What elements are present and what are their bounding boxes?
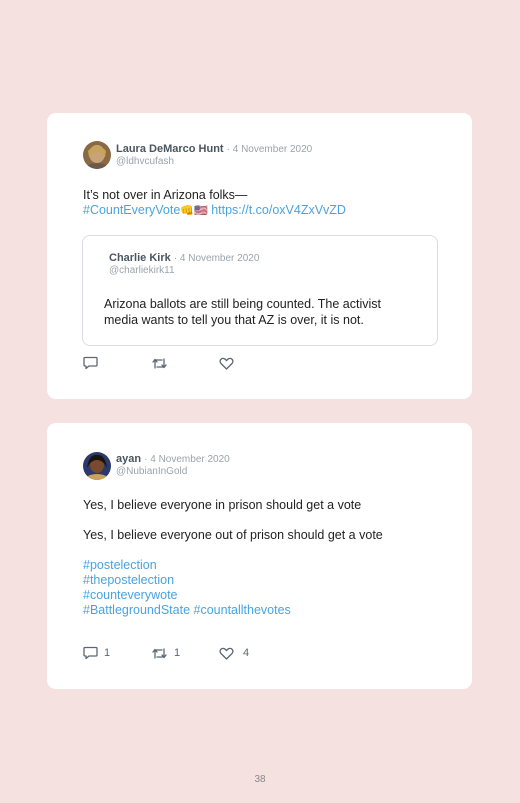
reply-button[interactable]: 1: [83, 646, 151, 660]
author-name[interactable]: Laura DeMarco Hunt: [116, 143, 224, 155]
retweet-button[interactable]: [151, 357, 219, 370]
tweet-date[interactable]: 4 November 2020: [150, 454, 230, 465]
like-button[interactable]: 4: [219, 647, 249, 660]
hashtag-link[interactable]: #thepostelection: [83, 573, 174, 587]
author-handle[interactable]: @ldhvcufash: [116, 156, 174, 167]
tweet-text-line-2: Yes, I believe everyone out of prison sh…: [83, 528, 383, 542]
author-handle[interactable]: @NubianInGold: [116, 466, 187, 477]
tweet-text-line: It’s not over in Arizona folks—: [83, 188, 248, 202]
retweet-count: 1: [174, 647, 181, 659]
like-count: 4: [243, 647, 250, 659]
like-icon: [219, 647, 234, 660]
tweet-text: It’s not over in Arizona folks—: [83, 188, 247, 202]
retweet-icon: [152, 357, 167, 369]
hashtag-link[interactable]: #BattlegroundState: [83, 603, 190, 617]
like-button[interactable]: [219, 357, 234, 370]
quoted-tweet-date[interactable]: 4 November 2020: [180, 253, 260, 264]
like-icon: [219, 357, 234, 370]
hashtag-link[interactable]: #countallthevotes: [194, 603, 291, 617]
flag-emoji: 🇺🇸: [194, 205, 208, 217]
avatar[interactable]: [83, 141, 111, 169]
fist-emoji: 👊: [180, 205, 194, 217]
quoted-tweet[interactable]: Charlie Kirk · 4 November 2020 @charliek…: [82, 235, 438, 346]
url-link[interactable]: https://t.co/oxV4ZxVvZD: [211, 203, 346, 217]
tweet-text-line-1: Yes, I believe everyone in prison should…: [83, 498, 362, 512]
reply-icon: [83, 646, 98, 660]
hashtag-link[interactable]: #postelection: [83, 558, 157, 572]
hashtag-line: #BattlegroundState #countallthevotes: [83, 603, 291, 617]
tweet-card-1: Laura DeMarco Hunt · 4 November 2020 @ld…: [47, 113, 472, 399]
tweet-card-2: ayan · 4 November 2020 @NubianInGold Yes…: [47, 423, 472, 689]
author-name[interactable]: ayan: [116, 453, 141, 465]
retweet-icon: [152, 647, 167, 659]
reply-button[interactable]: [83, 356, 151, 370]
retweet-button[interactable]: 1: [151, 647, 219, 660]
page-number: 38: [254, 774, 266, 785]
tweet-text-hashtags: #CountEveryVote👊🇺🇸 https://t.co/oxV4ZxVv…: [83, 203, 346, 217]
hashtag-link[interactable]: #CountEveryVote: [83, 203, 180, 217]
avatar[interactable]: [83, 452, 111, 480]
reply-icon: [83, 356, 98, 370]
quoted-text-line-2: media wants to tell you that AZ is over,…: [104, 313, 364, 327]
reply-count: 1: [104, 647, 111, 659]
quoted-text-line-1: Arizona ballots are still being counted.…: [104, 297, 382, 311]
tweet-date[interactable]: 4 November 2020: [233, 144, 313, 155]
quoted-author-name[interactable]: Charlie Kirk: [109, 252, 171, 264]
hashtag-link[interactable]: #counteverywote: [83, 588, 178, 602]
quoted-author-handle[interactable]: @charliekirk11: [109, 265, 175, 276]
